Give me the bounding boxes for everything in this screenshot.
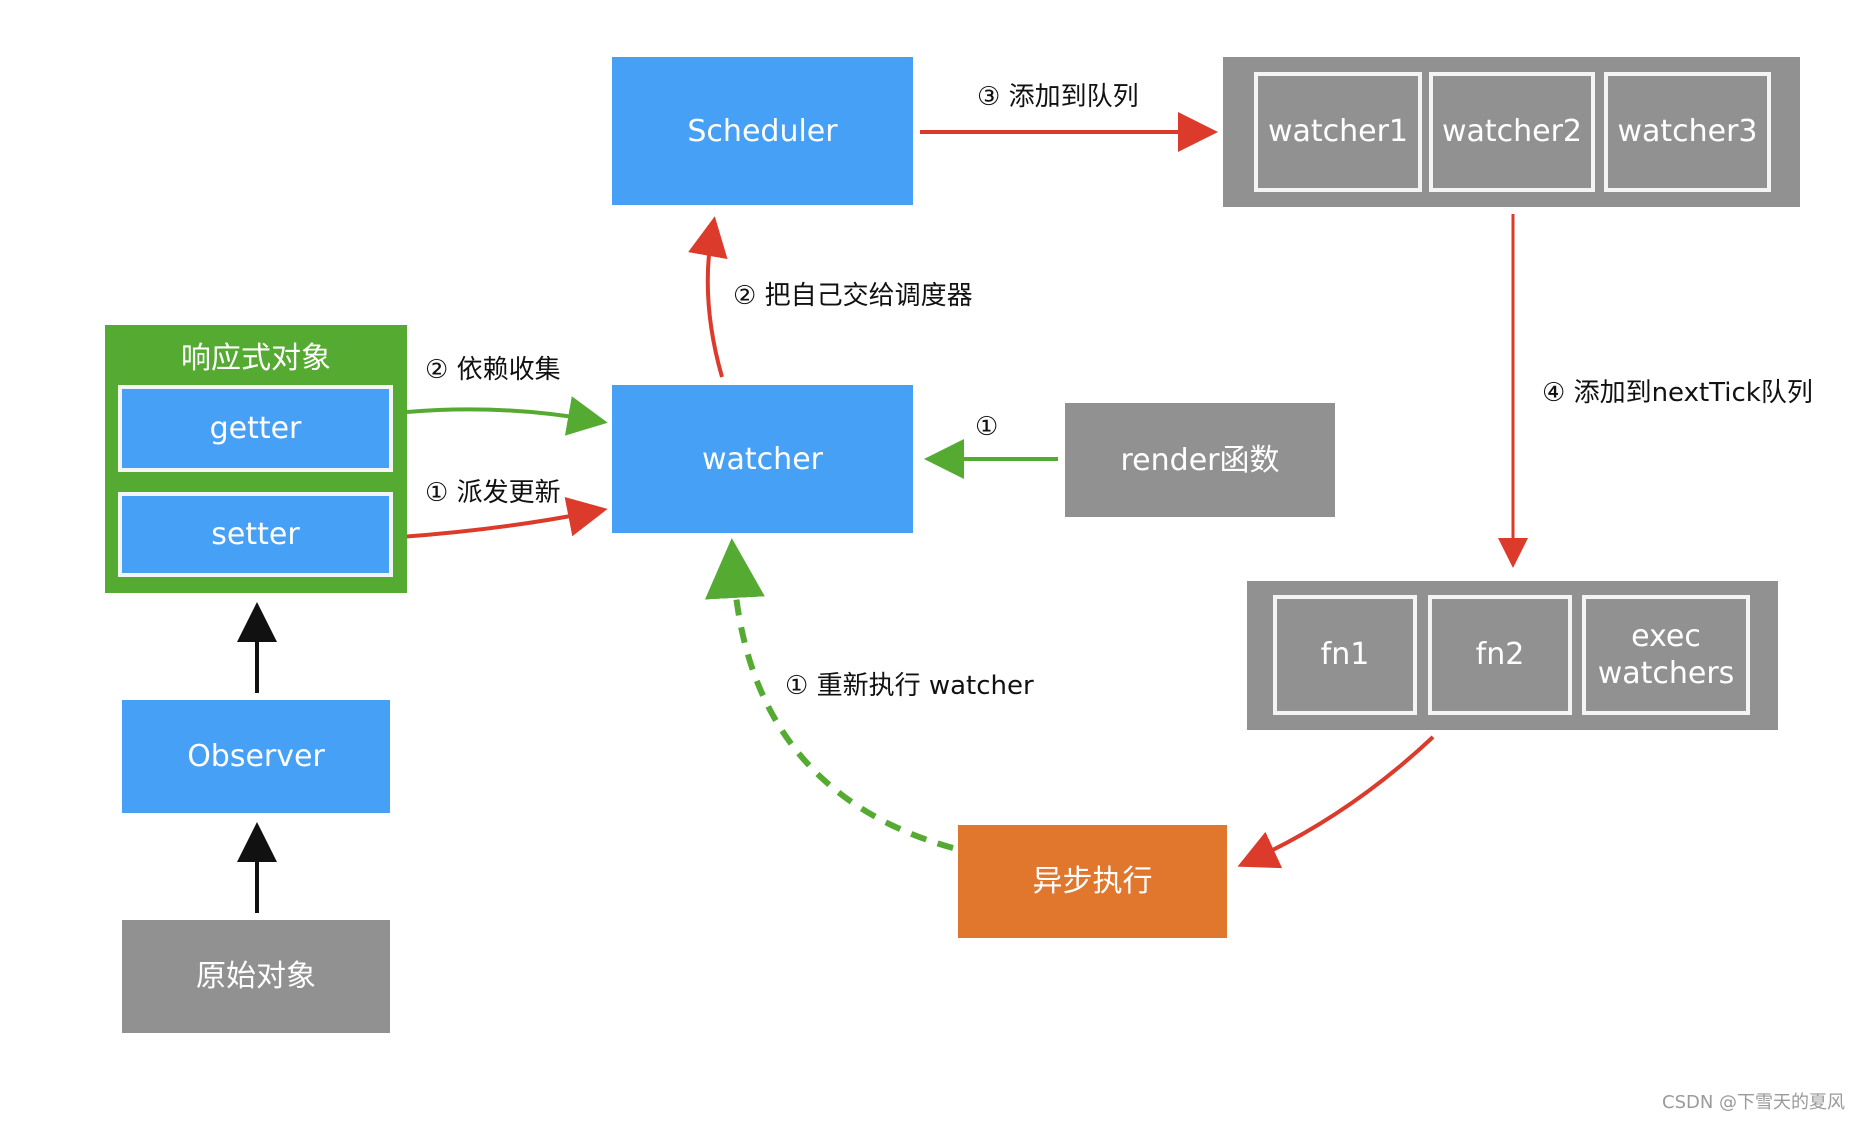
render-function-node: render函数: [1065, 403, 1335, 517]
arrow-nexttick-to-async: [1237, 735, 1435, 869]
next-tick-item-label: fn1: [1320, 637, 1370, 673]
watcher-node: watcher: [612, 385, 913, 533]
arrow-setter-to-watcher: [399, 496, 608, 539]
queue-item-label: watcher3: [1617, 114, 1758, 150]
raw-object-label: 原始对象: [196, 959, 316, 994]
getter-label: getter: [209, 410, 302, 446]
queue-item-label: watcher1: [1267, 114, 1409, 150]
arrow-watcher-to-scheduler: [688, 216, 728, 378]
label-notify: ① 派发更新: [425, 478, 561, 508]
next-tick-item-fn1: fn1: [1273, 595, 1417, 715]
render-function-label: render函数: [1120, 442, 1280, 478]
reactive-object-title: 响应式对象: [181, 341, 331, 376]
arrow-async-to-watcher: [704, 538, 954, 851]
watermark: CSDN @下雪天的夏风: [1662, 1092, 1846, 1113]
queue-item-watcher1: watcher1: [1254, 72, 1422, 192]
async-exec-node: 异步执行: [958, 825, 1227, 938]
setter-label: setter: [211, 516, 300, 552]
queue-item-watcher3: watcher3: [1604, 72, 1771, 192]
next-tick-item-exec-watchers: exec watchers: [1582, 595, 1750, 715]
label-rerun-watcher: ① 重新执行 watcher: [785, 671, 1034, 701]
label-render-to-watcher: ①: [975, 412, 999, 442]
async-exec-label: 异步执行: [1032, 864, 1153, 899]
queue-item-label: watcher2: [1441, 114, 1583, 150]
observer-label: Observer: [187, 739, 325, 774]
label-add-next-tick: ④ 添加到nextTick队列: [1542, 378, 1813, 408]
watcher-label: watcher: [702, 441, 823, 477]
next-tick-item-label: fn2: [1475, 637, 1525, 673]
scheduler-label: Scheduler: [687, 113, 838, 149]
scheduler-node: Scheduler: [612, 57, 913, 205]
observer-node: Observer: [122, 700, 390, 813]
raw-object-node: 原始对象: [122, 920, 390, 1033]
getter-node: getter: [118, 385, 393, 472]
label-add-queue: ③ 添加到队列: [977, 82, 1139, 112]
label-dep-collect: ② 依赖收集: [425, 355, 561, 385]
setter-node: setter: [118, 492, 393, 577]
arrow-getter-to-watcher: [406, 396, 608, 436]
next-tick-item-label: exec watchers: [1597, 618, 1735, 692]
label-to-scheduler: ② 把自己交给调度器: [733, 281, 973, 311]
next-tick-item-fn2: fn2: [1428, 595, 1572, 715]
queue-item-watcher2: watcher2: [1429, 72, 1595, 192]
